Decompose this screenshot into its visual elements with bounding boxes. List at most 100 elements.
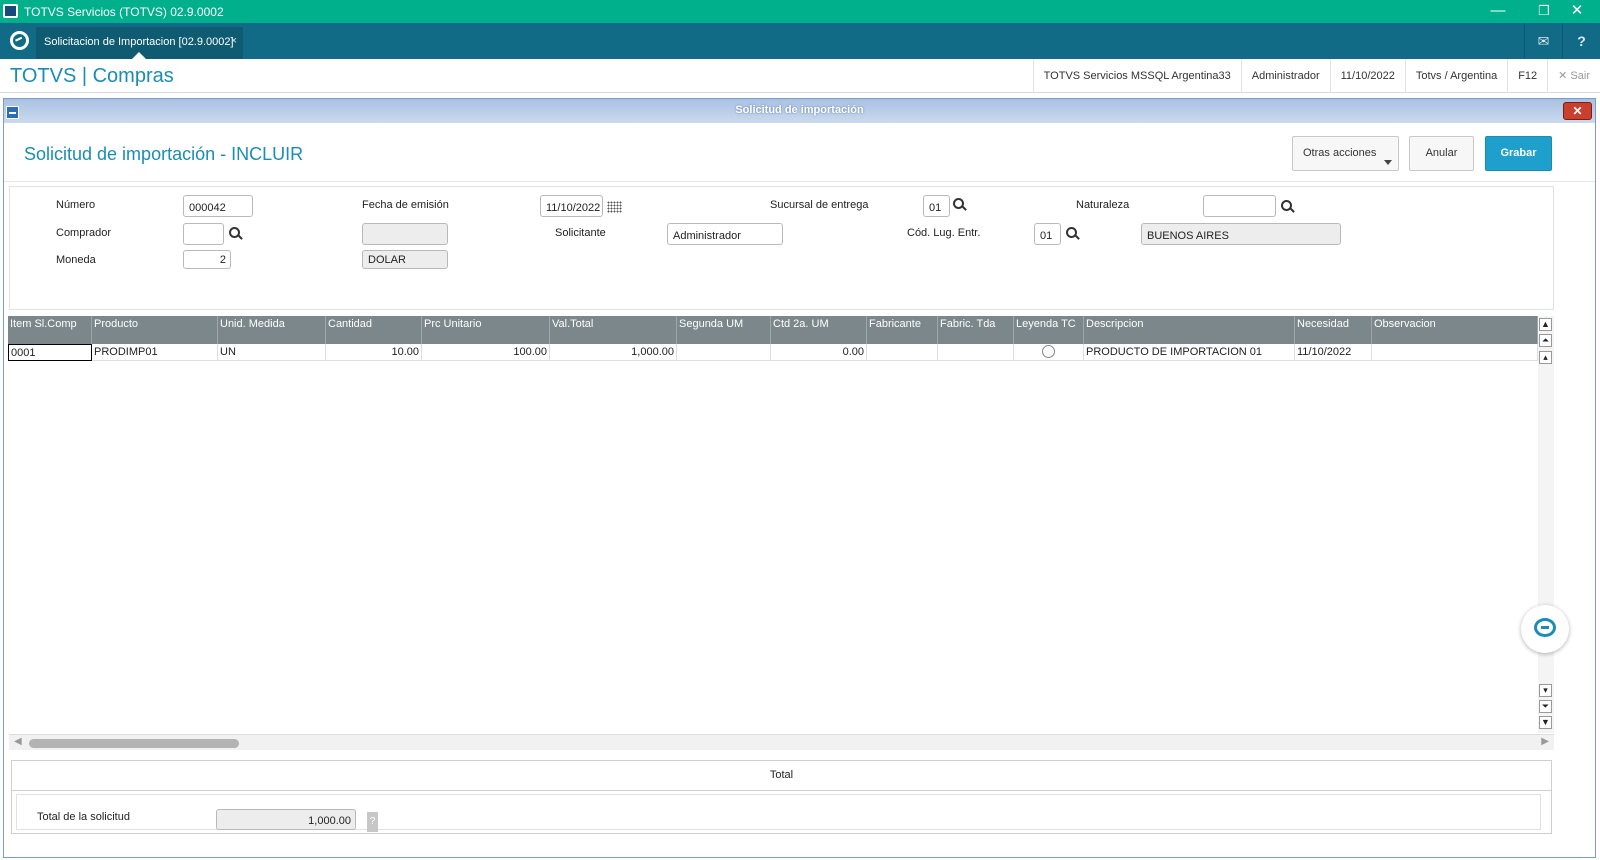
lug-entr-label: Cód. Lug. Entr. xyxy=(907,227,981,239)
cell-unidad[interactable]: UN xyxy=(218,344,326,361)
numero-field[interactable]: 000042 xyxy=(183,195,253,217)
grid-vertical-scrollbar[interactable]: ▲ ⏶ ▴ ▾ ⏷ ▼ xyxy=(1538,316,1554,733)
os-window-title: TOTVS Servicios (TOTVS) 02.9.0002 xyxy=(24,5,224,19)
numero-label: Número xyxy=(56,199,96,211)
help-icon[interactable]: ? xyxy=(1562,23,1600,59)
scroll-right-icon[interactable]: ▶ xyxy=(1541,736,1549,747)
lug-entr-field[interactable]: 01 xyxy=(1034,223,1061,245)
comprador-field[interactable] xyxy=(183,223,224,245)
cell-prc-unitario[interactable]: 100.00 xyxy=(422,344,550,361)
column-header[interactable]: Fabricante xyxy=(867,316,938,344)
dialog-title-bar: Solicitud de importación ✕ xyxy=(4,99,1595,123)
cell-fabricante[interactable] xyxy=(867,344,938,361)
sucursal-label: Sucursal de entrega xyxy=(770,199,869,211)
tab-label: Solicitacion de Importacion [02.9.0002] xyxy=(44,36,234,48)
moneda-desc-field: DOLAR xyxy=(362,250,448,269)
scroll-thumb[interactable] xyxy=(29,739,239,748)
column-header[interactable]: Item Sl.Comp xyxy=(8,316,92,344)
fecha-field[interactable]: 11/10/2022 xyxy=(540,195,603,217)
scroll-up-icon[interactable]: ▴ xyxy=(1539,351,1552,364)
cell-fabric-tda[interactable] xyxy=(938,344,1014,361)
divider xyxy=(4,181,1595,182)
column-header[interactable]: Descripcion xyxy=(1084,316,1295,344)
dialog-window: Solicitud de importación ✕ Solicitud de … xyxy=(3,98,1596,858)
scroll-down-icon[interactable]: ▾ xyxy=(1539,684,1552,697)
column-header[interactable]: Fabric. Tda xyxy=(938,316,1014,344)
comprador-search-icon[interactable] xyxy=(229,227,243,241)
os-title-bar: TOTVS Servicios (TOTVS) 02.9.0002 — ❐ ✕ xyxy=(0,0,1600,23)
calendar-icon[interactable] xyxy=(607,201,622,213)
header-f12[interactable]: F12 xyxy=(1507,59,1547,93)
column-header[interactable]: Segunda UM xyxy=(677,316,771,344)
grid-horizontal-scrollbar[interactable]: ◀ ▶ xyxy=(9,734,1554,750)
sucursal-search-icon[interactable] xyxy=(953,198,967,212)
header-date[interactable]: 11/10/2022 xyxy=(1329,59,1405,93)
mail-icon[interactable]: ✉ xyxy=(1524,23,1562,59)
moneda-field[interactable]: 2 xyxy=(183,250,231,269)
column-header[interactable]: Ctd 2a. UM xyxy=(771,316,867,344)
table-row[interactable]: 0001 PRODIMP01 UN 10.00 100.00 1,000.00 … xyxy=(8,344,1538,361)
header-company[interactable]: Totvs / Argentina xyxy=(1404,59,1507,93)
sucursal-field[interactable]: 01 xyxy=(923,195,950,217)
os-close-button[interactable]: ✕ xyxy=(1554,1,1600,21)
naturaleza-field[interactable] xyxy=(1203,195,1276,217)
cell-cantidad[interactable]: 10.00 xyxy=(326,344,422,361)
exit-button[interactable]: ✕ Sair xyxy=(1547,59,1600,93)
dialog-close-button[interactable]: ✕ xyxy=(1563,102,1592,120)
comprador-desc-field xyxy=(362,223,448,245)
app-tab-bar: Solicitacion de Importacion [02.9.0002] … xyxy=(0,23,1600,59)
column-header[interactable]: Leyenda TC xyxy=(1014,316,1084,344)
lug-entr-search-icon[interactable] xyxy=(1066,227,1080,241)
solicitante-label: Solicitante xyxy=(555,227,606,239)
cell-item[interactable]: 0001 xyxy=(8,344,92,361)
header-form: Número 000042 Fecha de emisión 11/10/202… xyxy=(9,186,1554,310)
scroll-page-up-icon[interactable]: ⏶ xyxy=(1539,334,1552,347)
scroll-page-down-icon[interactable]: ⏷ xyxy=(1539,700,1552,713)
scroll-left-icon[interactable]: ◀ xyxy=(14,736,22,747)
cell-descripcion[interactable]: PRODUCTO DE IMPORTACION 01 xyxy=(1084,344,1295,361)
totals-header: Total xyxy=(11,760,1552,791)
naturaleza-search-icon[interactable] xyxy=(1281,200,1295,214)
cell-val-total[interactable]: 1,000.00 xyxy=(550,344,677,361)
tab-solicitacion-importacion[interactable]: Solicitacion de Importacion [02.9.0002] … xyxy=(36,27,243,59)
solicitante-field[interactable]: Administrador xyxy=(667,223,783,245)
column-header[interactable]: Val.Total xyxy=(550,316,677,344)
minimize-button[interactable]: — xyxy=(1475,1,1521,21)
column-header[interactable]: Cantidad xyxy=(326,316,422,344)
totals-inner: Total de la solicitud 1,000.00 ? xyxy=(16,794,1541,832)
header-environment[interactable]: TOTVS Servicios MSSQL Argentina33 xyxy=(1032,59,1241,93)
cell-observacion[interactable] xyxy=(1372,344,1538,361)
column-header[interactable]: Prc Unitario xyxy=(422,316,550,344)
more-actions-label: Otras acciones xyxy=(1303,147,1377,159)
total-help-icon[interactable]: ? xyxy=(367,812,378,832)
column-header[interactable]: Unid. Medida xyxy=(218,316,326,344)
legend-status-icon[interactable] xyxy=(1042,345,1055,358)
column-header[interactable]: Necesidad xyxy=(1295,316,1372,344)
scroll-top-icon[interactable]: ▲ xyxy=(1539,318,1552,331)
fecha-label: Fecha de emisión xyxy=(362,199,449,211)
page-title: Solicitud de importación - INCLUIR xyxy=(24,144,304,164)
tab-active-caret xyxy=(132,52,146,59)
more-actions-button[interactable]: Otras acciones xyxy=(1292,136,1399,171)
cancel-button[interactable]: Anular xyxy=(1409,136,1474,171)
chevron-down-icon xyxy=(1384,160,1392,165)
chat-icon xyxy=(1534,618,1556,637)
cell-segunda-um[interactable] xyxy=(677,344,771,361)
cell-producto[interactable]: PRODIMP01 xyxy=(92,344,218,361)
app-window-icon xyxy=(3,4,18,18)
cell-necesidad[interactable]: 11/10/2022 xyxy=(1295,344,1372,361)
moneda-label: Moneda xyxy=(56,254,96,266)
save-button[interactable]: Grabar xyxy=(1485,136,1552,171)
column-header[interactable]: Observacion xyxy=(1372,316,1538,344)
header-user[interactable]: Administrador xyxy=(1240,59,1330,93)
cell-ctd-2a-um[interactable]: 0.00 xyxy=(771,344,867,361)
scroll-bottom-icon[interactable]: ▼ xyxy=(1539,716,1552,729)
module-header: TOTVS | Compras TOTVS Servicios MSSQL Ar… xyxy=(0,59,1600,93)
naturaleza-label: Naturaleza xyxy=(1076,199,1130,211)
tab-close-icon[interactable]: × xyxy=(231,35,237,47)
totvs-logo-icon[interactable] xyxy=(10,31,29,50)
column-header[interactable]: Producto xyxy=(92,316,218,344)
lug-entr-desc-field: BUENOS AIRES xyxy=(1141,223,1341,245)
cell-leyenda-tc[interactable] xyxy=(1014,344,1084,361)
chat-assistant-button[interactable] xyxy=(1521,605,1569,653)
